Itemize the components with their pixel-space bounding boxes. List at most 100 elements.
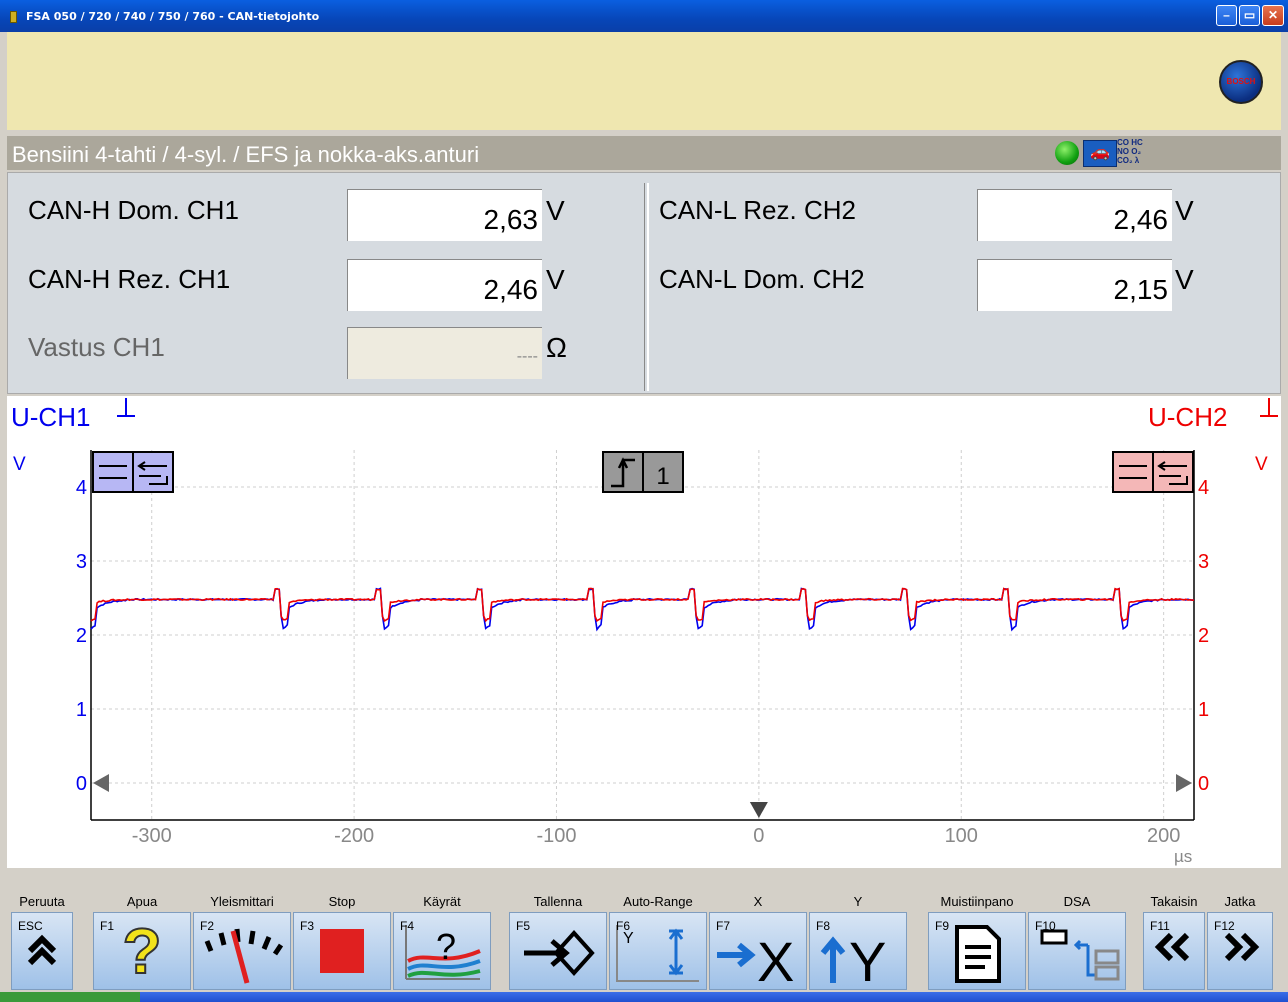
fkey-label: DSA xyxy=(1063,894,1091,909)
fkey-f5-button[interactable]: F5 xyxy=(509,912,607,990)
measurement-value: 2,46 xyxy=(977,189,1172,241)
close-button[interactable]: ✕ xyxy=(1262,5,1284,26)
gas-analyzer-icon: CO HC NO O₂ CO₂ λ xyxy=(1117,138,1143,165)
fkey-f4-button[interactable]: ? F4 xyxy=(393,912,491,990)
svg-text:Y: Y xyxy=(849,930,886,985)
trigger-channel-label: 1 xyxy=(656,463,669,490)
measurement-label: Vastus CH1 xyxy=(28,332,165,362)
fkey-code: F6 xyxy=(616,919,631,933)
fkey-f9-button[interactable]: F9 xyxy=(928,912,1026,990)
ch1-zero-marker-icon xyxy=(93,774,109,792)
measurement-label: CAN-H Dom. CH1 xyxy=(28,195,239,225)
fkey-f2-button[interactable]: F2 xyxy=(193,912,291,990)
y-tick-label-ch1: 4 xyxy=(76,477,87,499)
fkey-f11-button[interactable]: F11 xyxy=(1143,912,1205,990)
oscilloscope-chart: -300 -200 -100 0 100 200 0 0 1 1 2 2 3 3 4 4 µs V V U-CH1 U-… xyxy=(11,398,1278,866)
fkey-label: Auto-Range xyxy=(623,894,693,909)
fkey-code: F12 xyxy=(1214,919,1235,933)
fkey-code: F8 xyxy=(816,919,831,933)
x-tick-label: -300 xyxy=(132,825,172,847)
measurement-unit: V xyxy=(1175,264,1194,295)
fkey-label: Y xyxy=(853,894,863,909)
fkey-code: F5 xyxy=(516,919,531,933)
ground-ch1-icon xyxy=(117,398,135,417)
x-tick-label: -200 xyxy=(334,825,374,847)
y-tick-label-ch2: 0 xyxy=(1198,773,1209,795)
waveform-u-ch2 xyxy=(90,587,1195,623)
measurement-unit: V xyxy=(1175,195,1194,226)
fkey-label: X xyxy=(753,894,763,909)
fkey-f8-button[interactable]: Y F8 xyxy=(809,912,907,993)
fkey-code: ESC xyxy=(18,919,43,933)
info-bar: BOSCH xyxy=(7,32,1281,130)
measurement-value: 2,63 xyxy=(347,189,542,241)
fkey-f3-button[interactable]: F3 xyxy=(293,912,391,990)
measurement-label: CAN-L Dom. CH2 xyxy=(659,264,865,294)
status-led-icon xyxy=(1055,141,1079,165)
fkey-label: Stop xyxy=(328,894,356,909)
fkey-label: Käyrät xyxy=(423,894,461,909)
function-key-bar: Peruuta ESC Apua? F1 Yleismittari F2 Stop F3 Käy… xyxy=(7,890,1281,993)
fkey-f6-button[interactable]: Y F6 xyxy=(609,912,707,990)
y-tick-label-ch1: 2 xyxy=(76,625,87,647)
fkey-label: Takaisin xyxy=(1150,894,1198,909)
fkey-label: Peruuta xyxy=(19,894,65,909)
fkey-label: Muistiinpano xyxy=(940,894,1014,909)
measurement-unit: V xyxy=(546,264,565,295)
start-button[interactable] xyxy=(0,992,140,1002)
fkey-f1-button[interactable]: ? F1 xyxy=(93,912,191,990)
y-tick-label-ch2: 2 xyxy=(1198,625,1209,647)
fkey-code: F11 xyxy=(1150,919,1170,933)
measurement-panel: CAN-H Dom. CH1 2,63 V CAN-H Rez. CH1 2,4… xyxy=(7,172,1281,394)
x-tick-label: 0 xyxy=(753,825,764,847)
fkey-code: F10 xyxy=(1035,919,1056,933)
svg-text:X: X xyxy=(757,930,794,985)
x-tick-label: 200 xyxy=(1147,825,1180,847)
y-tick-label-ch1: 3 xyxy=(76,551,87,573)
channel-label-ch1: U-CH1 xyxy=(11,402,90,432)
app-icon xyxy=(10,11,17,23)
fkey-f12-button[interactable]: F12 xyxy=(1207,912,1273,990)
fkey-f7-button[interactable]: X F7 xyxy=(709,912,807,993)
fkey-code: F2 xyxy=(200,919,215,933)
y-tick-label-ch2: 4 xyxy=(1198,477,1209,499)
fkey-f10-button[interactable]: F10 xyxy=(1028,912,1126,990)
fkey-label: Jatka xyxy=(1224,894,1256,909)
svg-text:?: ? xyxy=(436,926,456,967)
y-unit-label-ch2: V xyxy=(1255,454,1268,475)
y-tick-label-ch2: 3 xyxy=(1198,551,1209,573)
fkey-code: F1 xyxy=(100,919,115,933)
y-tick-label-ch1: 1 xyxy=(76,699,87,721)
fkey-esc-button[interactable]: ESC xyxy=(11,912,73,990)
waveform-u-ch1 xyxy=(90,587,1195,632)
x-tick-label: 100 xyxy=(945,825,978,847)
bosch-logo: BOSCH xyxy=(1219,60,1263,104)
x-tick-label: -100 xyxy=(536,825,576,847)
fkey-code: F4 xyxy=(400,919,415,933)
measurement-label: CAN-H Rez. CH1 xyxy=(28,264,231,294)
y-tick-label-ch2: 1 xyxy=(1198,699,1209,721)
car-connection-icon: 🚗 xyxy=(1083,140,1117,167)
measurement-value: 2,46 xyxy=(347,259,542,311)
restore-button[interactable]: ▭ xyxy=(1239,5,1260,26)
ch2-zero-marker-icon xyxy=(1176,774,1192,792)
measurement-value: 2,15 xyxy=(977,259,1172,311)
fkey-label: Apua xyxy=(126,894,158,909)
vehicle-bar: Bensiini 4-tahti / 4-syl. / EFS ja nokka… xyxy=(7,136,1281,170)
taskbar xyxy=(0,992,1288,1002)
y-tick-label-ch1: 0 xyxy=(76,773,87,795)
fkey-code: F9 xyxy=(935,919,950,933)
fkey-code: F3 xyxy=(300,919,315,933)
window-title: FSA 050 / 720 / 740 / 750 / 760 - CAN-ti… xyxy=(26,10,320,23)
trigger-time-marker-icon xyxy=(749,802,768,818)
measurement-label: CAN-L Rez. CH2 xyxy=(659,195,856,225)
ground-ch2-icon xyxy=(1260,398,1278,417)
fkey-label: Yleismittari xyxy=(210,894,274,909)
measurement-value: ---- xyxy=(347,327,542,379)
fkey-code: F7 xyxy=(716,919,731,933)
channel-label-ch2: U-CH2 xyxy=(1148,402,1227,432)
x-unit-label: µs xyxy=(1174,847,1192,866)
minimize-button[interactable]: – xyxy=(1216,5,1237,26)
panel-divider xyxy=(644,183,649,391)
measurement-unit: V xyxy=(546,195,565,226)
